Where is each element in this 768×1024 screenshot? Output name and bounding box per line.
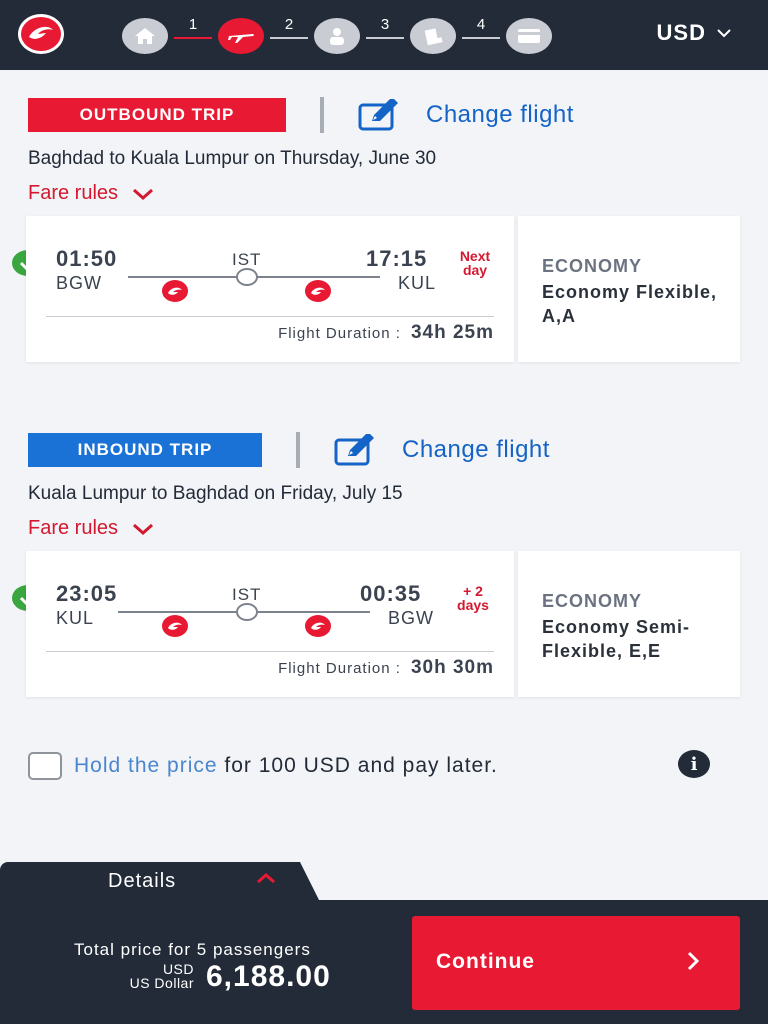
arrival-day-note: + 2 days [457, 583, 489, 613]
details-toggle[interactable]: Details [0, 862, 320, 902]
crane-logo-icon [29, 26, 53, 39]
hold-price-link[interactable]: Hold the price [74, 754, 218, 777]
outbound-cabin-card[interactable]: ECONOMY Economy Flexible, A,A [518, 216, 740, 362]
turkish-airlines-icon [162, 280, 188, 302]
booking-steps: 1 2 3 4 [122, 16, 552, 56]
home-icon [135, 28, 155, 44]
arrival-day-note: Next day [459, 248, 491, 278]
turkish-airlines-icon [305, 280, 331, 302]
currency-label: USD [656, 20, 706, 45]
turkish-airlines-logo[interactable] [18, 14, 64, 54]
chevron-right-icon [687, 951, 700, 971]
airplane-icon [228, 34, 254, 43]
payment-card-icon [518, 29, 540, 43]
fare-brand: Economy Semi-Flexible, E,E [542, 617, 691, 661]
header-divider [296, 432, 300, 468]
card-divider [46, 316, 494, 317]
passenger-icon [330, 28, 344, 45]
connection-airport: IST [232, 585, 262, 604]
step-number-1: 1 [188, 16, 198, 33]
hold-price-section: Hold the price for 100 USD and pay later… [0, 718, 768, 862]
flight-duration: Flight Duration : 30h 30m [278, 657, 494, 679]
inbound-flight-card[interactable]: 23:05 KUL IST 00:35 BGW + 2 days Flight … [26, 551, 514, 697]
duration-value: 34h 25m [410, 322, 494, 343]
currency-selector[interactable]: USD [657, 20, 732, 46]
outbound-header: OUTBOUND TRIP Change flight [28, 97, 574, 133]
change-flight-inbound-link[interactable]: Change flight [334, 434, 550, 466]
outbound-fare-rules-link[interactable]: Fare rules [28, 182, 154, 205]
continue-label: Continue [436, 950, 535, 973]
chevron-up-icon [257, 873, 275, 884]
step-number-4: 4 [476, 16, 486, 33]
currency-info: USD US Dollar [130, 962, 194, 990]
total-price-amount: 6,188.00 [206, 960, 331, 993]
hold-price-text: Hold the price for 100 USD and pay later… [74, 754, 498, 778]
step-seats[interactable] [410, 18, 456, 54]
currency-code: USD [162, 961, 194, 977]
change-flight-label: Change flight [426, 101, 574, 128]
details-label: Details [108, 870, 177, 892]
connection-dot [236, 268, 258, 286]
arrival-time: 00:35 [360, 581, 422, 606]
fare-rules-label: Fare rules [28, 517, 119, 539]
connection-dot [236, 603, 258, 621]
outbound-route: Baghdad to Kuala Lumpur on Thursday, Jun… [28, 148, 437, 169]
step-passengers[interactable] [314, 18, 360, 54]
inbound-cabin-card[interactable]: ECONOMY Economy Semi-Flexible, E,E [518, 551, 740, 697]
chevron-down-icon [133, 523, 154, 535]
fare-brand: Economy Flexible, A,A [542, 282, 718, 326]
departure-time: 23:05 [56, 581, 118, 606]
chevron-down-icon [717, 29, 731, 38]
duration-value: 30h 30m [410, 657, 494, 678]
edit-icon [358, 99, 398, 131]
hold-price-description: for 100 USD and pay later. [217, 754, 498, 777]
total-price-label: Total price for 5 passengers [74, 940, 311, 959]
duration-label: Flight Duration : [278, 660, 401, 677]
price-footer: Total price for 5 passengers USD US Doll… [0, 900, 768, 1024]
step-link-2: 2 [270, 16, 308, 54]
step-home[interactable] [122, 18, 168, 54]
seat-icon [424, 28, 443, 46]
info-icon[interactable]: i [678, 750, 710, 778]
change-flight-label: Change flight [402, 436, 550, 463]
top-bar: 1 2 3 4 USD [0, 0, 768, 70]
inbound-route: Kuala Lumpur to Baghdad on Friday, July … [28, 483, 403, 504]
departure-time: 01:50 [56, 246, 118, 271]
edit-icon [334, 434, 374, 466]
inbound-header: INBOUND TRIP Change flight [28, 432, 550, 468]
step-link-1: 1 [174, 16, 212, 54]
chevron-down-icon [133, 188, 154, 200]
fare-rules-label: Fare rules [28, 182, 119, 204]
connection-airport: IST [232, 250, 262, 269]
step-link-4: 4 [462, 16, 500, 54]
step-link-3: 3 [366, 16, 404, 54]
outbound-flight-card[interactable]: 01:50 BGW IST 17:15 KUL Next day Flight … [26, 216, 514, 362]
arrival-airport: BGW [388, 608, 434, 628]
arrival-time: 17:15 [366, 246, 428, 271]
turkish-airlines-icon [305, 615, 331, 637]
cabin-class: ECONOMY [542, 256, 643, 276]
continue-button[interactable]: Continue [412, 916, 740, 1010]
outbound-badge: OUTBOUND TRIP [28, 98, 286, 132]
header-divider [320, 97, 324, 133]
step-number-3: 3 [380, 16, 390, 33]
card-divider [46, 651, 494, 652]
inbound-fare-rules-link[interactable]: Fare rules [28, 517, 154, 540]
hold-price-checkbox[interactable] [28, 752, 62, 780]
duration-label: Flight Duration : [278, 325, 401, 342]
step-number-2: 2 [284, 16, 294, 33]
step-flights[interactable] [218, 18, 264, 54]
cabin-class: ECONOMY [542, 591, 643, 611]
currency-name: US Dollar [129, 975, 194, 991]
change-flight-outbound-link[interactable]: Change flight [358, 99, 574, 131]
step-payment[interactable] [506, 18, 552, 54]
flight-duration: Flight Duration : 34h 25m [278, 322, 494, 344]
arrival-airport: KUL [398, 273, 437, 293]
inbound-badge: INBOUND TRIP [28, 433, 262, 467]
departure-airport: BGW [56, 273, 102, 293]
departure-airport: KUL [56, 608, 95, 628]
turkish-airlines-icon [162, 615, 188, 637]
